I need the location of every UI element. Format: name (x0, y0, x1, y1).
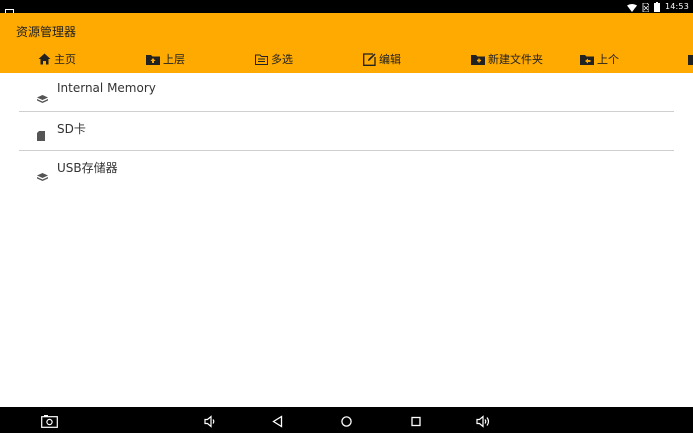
storage-label: Internal Memory (57, 81, 156, 95)
volume-up-icon[interactable] (476, 413, 491, 432)
previous-label: 上个 (597, 53, 619, 66)
folder-up-icon (146, 54, 160, 65)
storage-label: USB存储器 (57, 161, 118, 175)
layers-icon (37, 166, 48, 185)
multi-select-button[interactable]: 多选 (255, 51, 293, 67)
overflow-folder-icon (688, 54, 693, 65)
toolbar: 主页 上层 多选 编辑 新建文件夹 上个 (0, 51, 693, 67)
volume-down-icon[interactable] (204, 413, 216, 432)
list-item-internal-memory[interactable]: Internal Memory (19, 73, 674, 112)
navigation-bar (0, 407, 693, 433)
app-header: 资源管理器 主页 上层 多选 编辑 新建文件夹 上个 (0, 13, 693, 73)
home-label: 主页 (54, 53, 76, 66)
sd-card-icon (37, 126, 45, 145)
multi-select-label: 多选 (271, 53, 293, 66)
app-title: 资源管理器 (16, 25, 77, 39)
status-bar: 14:53 (0, 0, 693, 17)
status-time: 14:53 (664, 2, 689, 11)
screenshot-button-icon[interactable] (41, 413, 58, 432)
list-item-sd-card[interactable]: SD卡 (19, 112, 674, 151)
layers-icon (37, 88, 48, 107)
up-level-button[interactable]: 上层 (146, 51, 185, 67)
edit-label: 编辑 (379, 53, 401, 66)
new-folder-label: 新建文件夹 (488, 53, 543, 66)
home-icon (38, 53, 51, 65)
up-level-label: 上层 (163, 53, 185, 66)
home-nav-icon[interactable] (340, 413, 353, 432)
list-item-usb-storage[interactable]: USB存储器 (19, 151, 674, 189)
new-folder-icon (471, 54, 485, 65)
storage-label: SD卡 (57, 122, 86, 136)
previous-button[interactable]: 上个 (580, 51, 619, 67)
recents-icon[interactable] (410, 413, 422, 432)
new-folder-button[interactable]: 新建文件夹 (471, 51, 543, 67)
home-button[interactable]: 主页 (38, 51, 76, 67)
back-icon[interactable] (272, 413, 283, 432)
folder-back-icon (580, 54, 594, 65)
edit-button[interactable]: 编辑 (363, 51, 401, 67)
edit-icon (363, 52, 376, 66)
multi-select-icon (255, 54, 268, 65)
storage-list: Internal Memory SD卡 USB存储器 (19, 73, 674, 189)
more-toolbar-button[interactable] (688, 51, 693, 67)
